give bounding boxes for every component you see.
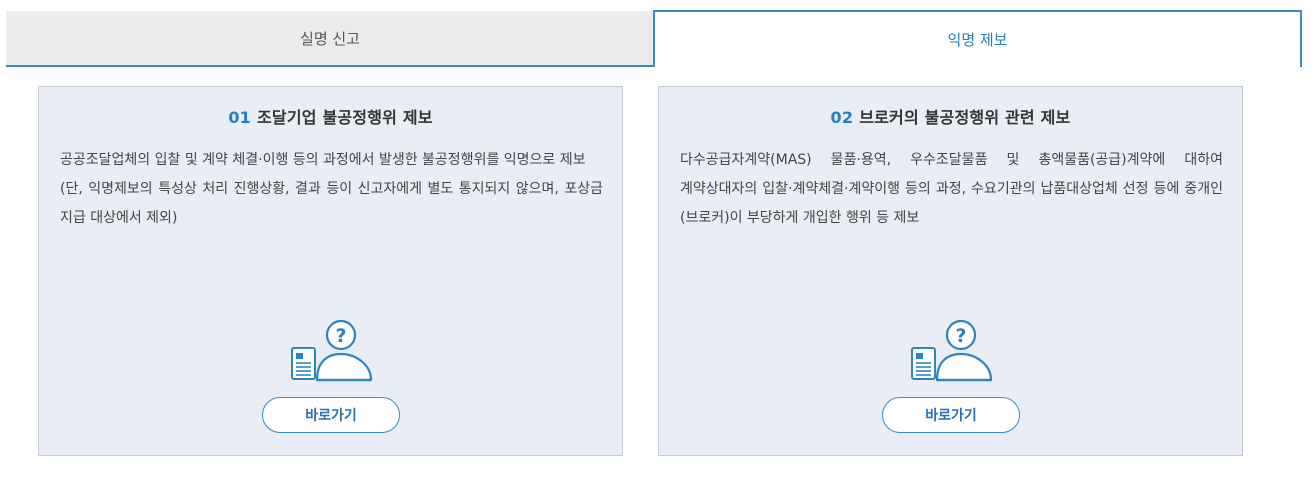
card-description: 공공조달업체의 입찰 및 계약 체결·이행 등의 과정에서 발생한 불공정행위를…	[60, 146, 603, 233]
svg-text:?: ?	[335, 325, 346, 347]
report-page: 실명 신고 익명 제보 01 조달기업 불공정행위 제보 공공조달업체의 입찰 및…	[0, 0, 1312, 504]
card-description: 다수공급자계약(MAS) 물품·용역, 우수조달물품 및 총액물품(공급)계약에…	[680, 146, 1223, 233]
card-number: 02	[830, 108, 854, 127]
description-paragraph: (단, 익명제보의 특성상 처리 진행상황, 결과 등이 신고자에게 별도 통지…	[60, 181, 603, 226]
report-card-broker-unfair-practice: 02 브로커의 불공정행위 관련 제보 다수공급자계약(MAS) 물품·용역, 우…	[658, 86, 1243, 456]
anonymous-report-icon: ?	[911, 318, 993, 384]
go-button[interactable]: 바로가기	[882, 397, 1020, 433]
card-title: 02 브로커의 불공정행위 관련 제보	[659, 104, 1242, 128]
description-paragraph: 공공조달업체의 입찰 및 계약 체결·이행 등의 과정에서 발생한 불공정행위를…	[60, 152, 586, 168]
card-title: 01 조달기업 불공정행위 제보	[39, 104, 622, 128]
anonymous-report-icon: ?	[291, 318, 373, 384]
card-number: 01	[228, 108, 251, 127]
card-title-text: 조달기업 불공정행위 제보	[257, 108, 433, 127]
tab-anonymous-report[interactable]: 익명 제보	[653, 10, 1302, 67]
tab-label: 실명 신고	[300, 29, 360, 48]
report-type-tabs: 실명 신고 익명 제보	[6, 10, 1302, 67]
svg-text:?: ?	[955, 325, 966, 347]
tab-real-name-report[interactable]: 실명 신고	[6, 11, 654, 67]
report-card-supplier-unfair-practice: 01 조달기업 불공정행위 제보 공공조달업체의 입찰 및 계약 체결·이행 등의…	[38, 86, 623, 456]
tab-label: 익명 제보	[947, 31, 1008, 49]
description-paragraph: 다수공급자계약(MAS) 물품·용역, 우수조달물품 및 총액물품(공급)계약에…	[680, 152, 1223, 226]
card-title-text: 브로커의 불공정행위 관련 제보	[859, 108, 1071, 127]
go-button[interactable]: 바로가기	[262, 397, 400, 433]
